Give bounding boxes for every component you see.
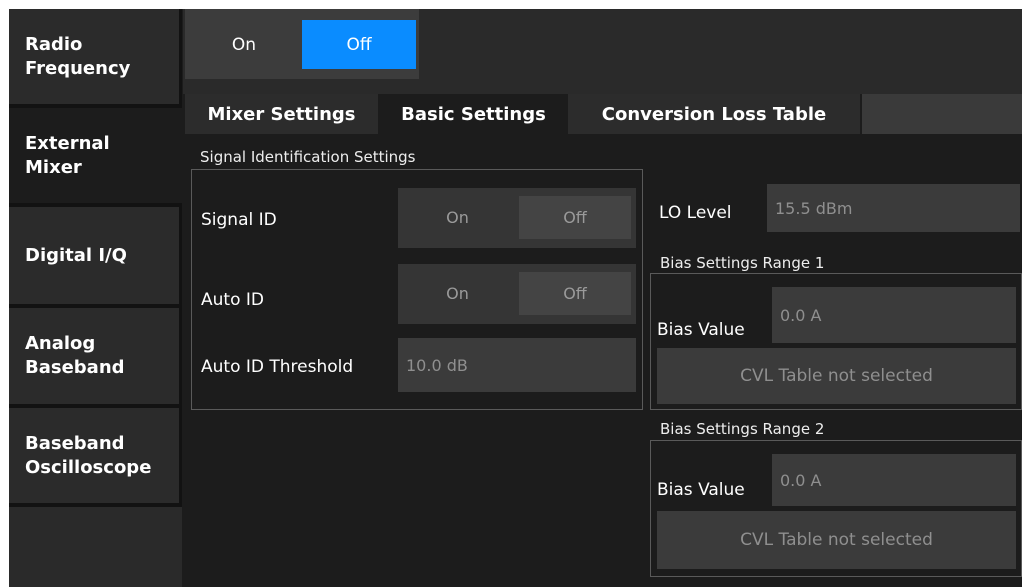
toggle-off-button[interactable]: Off <box>302 20 416 69</box>
sidebar-item-digital-iq[interactable]: Digital I/Q <box>9 207 182 304</box>
auto-id-off-button[interactable]: Off <box>519 272 631 315</box>
bias-value-1-field[interactable]: 0.0 A <box>772 287 1016 343</box>
bias-value-2-field[interactable]: 0.0 A <box>772 454 1016 506</box>
bias-value-1-label: Bias Value <box>657 320 745 340</box>
cvl-table-1-button[interactable]: CVL Table not selected <box>657 348 1016 404</box>
sidebar-item-label: External <box>25 132 110 154</box>
auto-id-on-button[interactable]: On <box>402 272 513 315</box>
sidebar-item-analog-baseband[interactable]: Analog Baseband <box>9 308 182 404</box>
sidebar-item-label-2: Frequency <box>25 57 131 79</box>
top-toolbar: On Off <box>183 9 1022 94</box>
sidebar-item-label: Baseband <box>25 432 125 454</box>
external-mixer-toggle[interactable]: On Off <box>185 9 419 79</box>
signal-id-toggle[interactable]: On Off <box>398 188 636 248</box>
toggle-on-button[interactable]: On <box>187 20 301 69</box>
signal-id-off-button[interactable]: Off <box>519 196 631 239</box>
section-title-signal-identification: Signal Identification Settings <box>200 148 416 166</box>
auto-id-threshold-label: Auto ID Threshold <box>201 357 354 377</box>
auto-id-threshold-field[interactable]: 10.0 dB <box>398 338 636 392</box>
tab-bar-filler <box>862 94 1022 134</box>
tab-conversion-loss-table[interactable]: Conversion Loss Table <box>568 94 860 134</box>
sidebar-item-baseband-oscilloscope[interactable]: Baseband Oscilloscope <box>9 408 182 503</box>
sidebar-item-label: Radio <box>25 33 83 55</box>
signal-id-on-button[interactable]: On <box>402 196 513 239</box>
signal-id-label: Signal ID <box>201 210 277 230</box>
divider <box>9 503 182 507</box>
tab-basic-settings[interactable]: Basic Settings <box>381 94 566 134</box>
sidebar-item-label: Digital I/Q <box>25 244 127 266</box>
section-title-bias-range-2: Bias Settings Range 2 <box>660 420 825 438</box>
sidebar-item-label: Analog <box>25 333 96 354</box>
sidebar-item-radio-frequency[interactable]: Radio Frequency <box>9 9 182 104</box>
tab-mixer-settings[interactable]: Mixer Settings <box>185 94 378 134</box>
lo-level-field[interactable]: 15.5 dBm <box>767 184 1020 232</box>
sidebar-item-label-2: Baseband <box>25 357 125 378</box>
lo-level-label: LO Level <box>659 203 732 223</box>
auto-id-toggle[interactable]: On Off <box>398 264 636 324</box>
sidebar: Radio Frequency External Mixer Digital I/Q… <box>9 9 184 587</box>
section-title-bias-range-1: Bias Settings Range 1 <box>660 254 825 272</box>
auto-id-label: Auto ID <box>201 290 264 310</box>
sidebar-item-external-mixer[interactable]: External Mixer <box>9 108 184 203</box>
sidebar-item-label-2: Mixer <box>25 156 82 178</box>
sidebar-item-label-2: Oscilloscope <box>25 456 152 478</box>
dialog-frame: Radio Frequency External Mixer Digital I/Q… <box>9 9 1022 587</box>
bias-value-2-label: Bias Value <box>657 480 745 500</box>
cvl-table-2-button[interactable]: CVL Table not selected <box>657 511 1016 569</box>
